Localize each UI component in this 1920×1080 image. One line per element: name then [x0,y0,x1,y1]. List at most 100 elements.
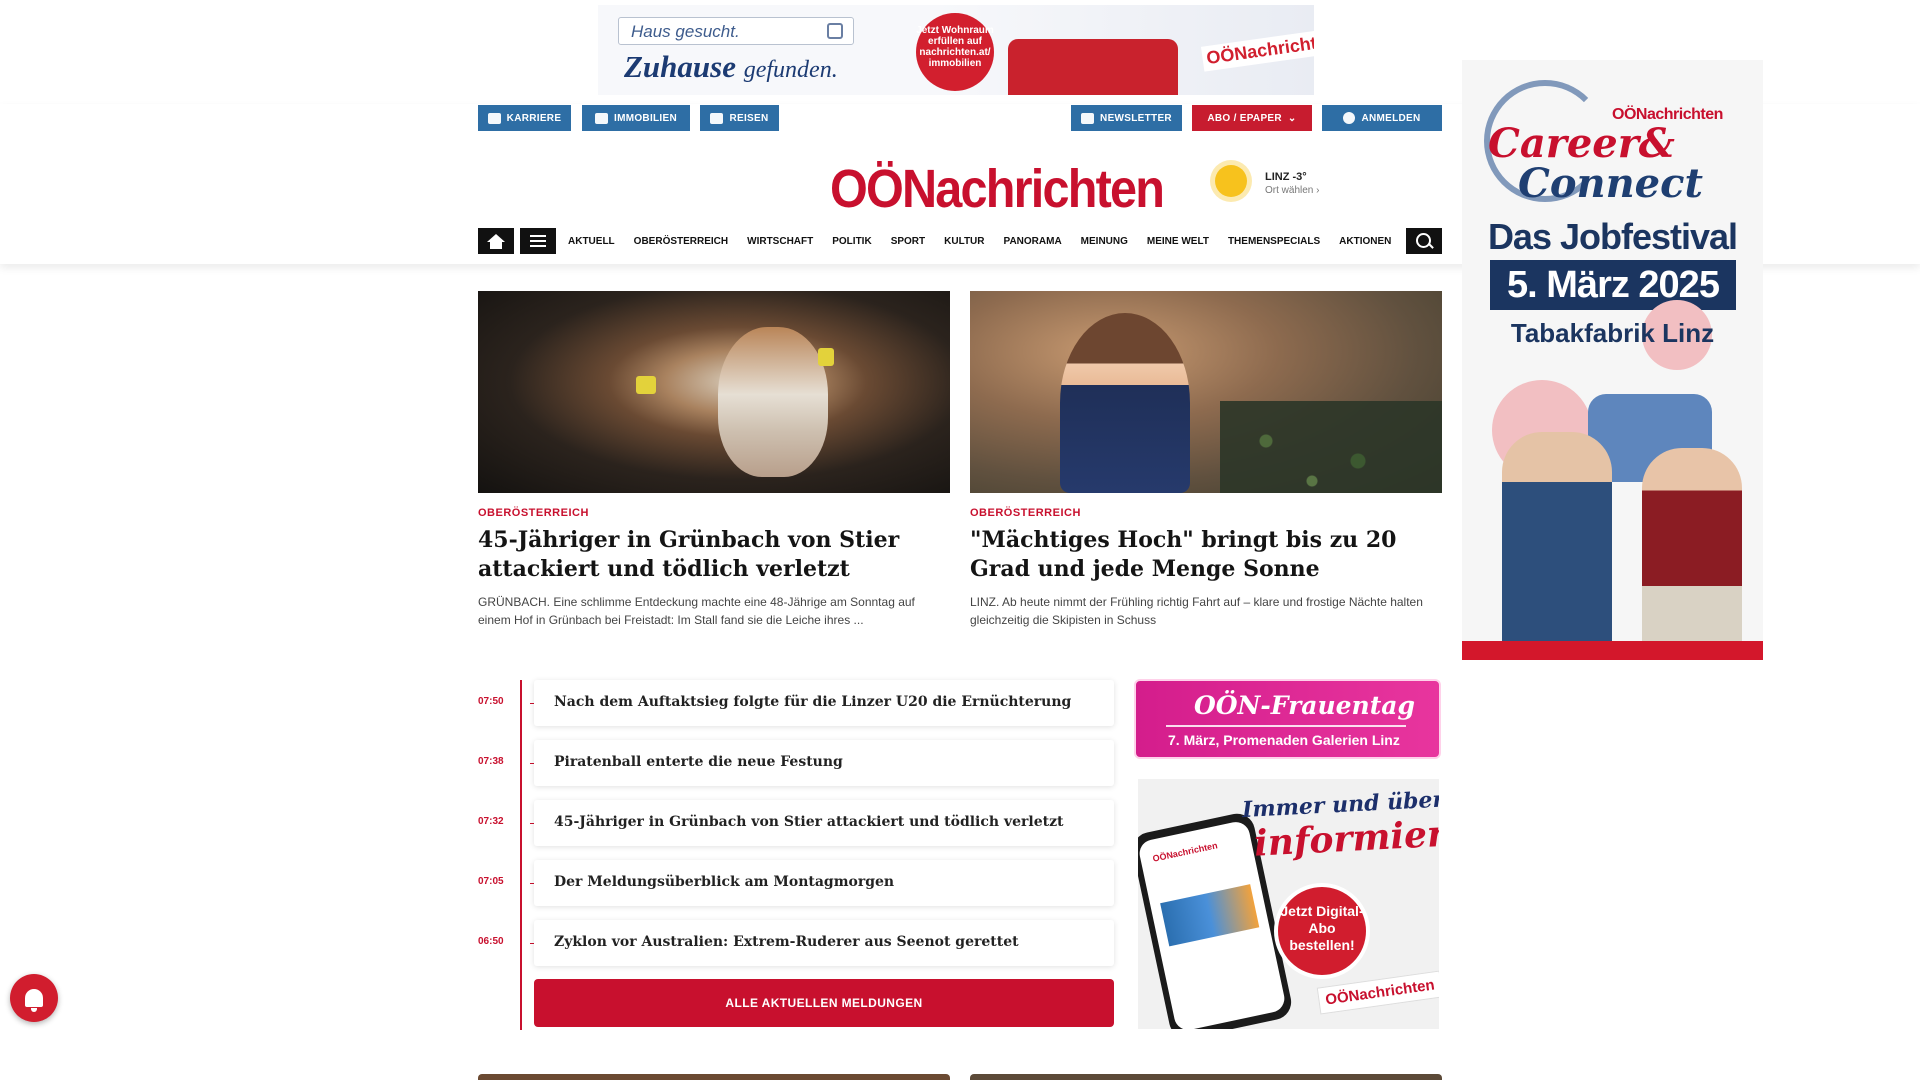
side-ad-bottom-bar [1462,641,1763,660]
nav-item-themenspecials[interactable]: THEMENSPECIALS [1228,236,1320,247]
ad-brand-logo: OÖNachrichten [1200,27,1314,72]
article-title[interactable]: "Mächtiges Hoch" bringt bis zu 20 Grad u… [970,526,1442,584]
weather-city-temp: LINZ -3° [1265,171,1307,183]
article-teaser: GRÜNBACH. Eine schlimme Entdeckung macht… [478,595,915,627]
home-button[interactable] [478,228,514,254]
ad-sofa-image [1008,39,1178,95]
timeline-card[interactable]: Nach dem Auftaktsieg folgte für die Linz… [534,680,1114,726]
immobilien-button[interactable]: IMMOBILIEN [582,105,690,131]
career-connect-ad[interactable]: OÖNachrichten Career& Connect Das Jobfes… [1462,60,1763,660]
article-image-bull[interactable] [478,291,950,493]
ad-badge: Jetzt Wohnraum erfüllen auf nachrichten.… [916,13,994,91]
nav-items: AKTUELL OBERÖSTERREICH WIRTSCHAFT POLITI… [568,228,1391,254]
sun-icon [1215,165,1247,197]
child-shape [1060,313,1190,493]
nav-item-wirtschaft[interactable]: WIRTSCHAFT [747,236,813,247]
abo-epaper-dropdown[interactable]: ABO / EPAPER ⌄ [1192,105,1312,131]
next-article-image[interactable] [478,1074,950,1080]
timeline-title[interactable]: Nach dem Auftaktsieg folgte für die Linz… [554,694,1071,710]
weather-choose-location[interactable]: Ort wählen › [1265,185,1319,196]
frauentag-ad[interactable]: OÖN-Frauentag 7. März, Promenaden Galeri… [1134,679,1441,759]
person-woman-image [1642,448,1742,660]
side-ad-place: Tabakfabrik Linz [1510,318,1715,348]
timeline-card[interactable]: 45-Jähriger in Grünbach von Stier attack… [534,800,1114,846]
menu-button[interactable] [520,228,556,254]
timeline-time: 07:32 [478,816,504,827]
briefcase-icon [487,112,501,124]
main-nav: AKTUELL OBERÖSTERREICH WIRTSCHAFT POLITI… [478,228,1442,254]
plane-icon [710,112,724,124]
nav-item-kultur[interactable]: KULTUR [944,236,984,247]
digital-ad-cta: Jetzt Digital-Abo bestellen! [1274,883,1370,979]
building-icon [595,112,608,124]
abo-epaper-label: ABO / EPAPER [1207,112,1282,124]
login-button[interactable]: ANMELDEN [1322,105,1442,131]
hamburger-icon [530,235,546,247]
bell-icon [25,989,43,1012]
all-news-button[interactable]: ALLE AKTUELLEN MELDUNGEN [534,979,1114,1027]
timeline-line [520,680,522,1030]
digital-abo-ad[interactable]: OÖNachrichten Immer und überall informie… [1138,779,1439,1029]
reisen-button[interactable]: REISEN [700,105,779,131]
envelope-icon [1081,112,1095,124]
timeline-title[interactable]: Piratenball enterte die neue Festung [554,754,843,770]
ad-slogan-sub: gefunden. [743,57,838,83]
chevron-right-icon: › [1316,185,1320,196]
nav-item-aktionen[interactable]: AKTIONEN [1339,236,1391,247]
top-story-1[interactable]: OBERÖSTERREICH 45-Jähriger in Grünbach v… [478,291,950,629]
timeline-card[interactable]: Piratenball enterte die neue Festung [534,740,1114,786]
home-icon [487,234,505,249]
timeline-card[interactable]: Zyklon vor Australien: Extrem-Ruderer au… [534,920,1114,966]
nav-item-aktuell[interactable]: AKTUELL [568,236,615,247]
karriere-button[interactable]: KARRIERE [478,105,571,131]
timeline-item[interactable]: 07:38 Piratenball enterte die neue Festu… [478,740,1114,786]
next-article-image[interactable] [970,1074,1442,1080]
ear-tag-right [818,348,834,366]
timeline-time: 07:50 [478,696,504,707]
ear-tag-left [636,376,656,394]
article-teaser: LINZ. Ab heute nimmt der Frühling richti… [970,595,1423,627]
timeline-card[interactable]: Der Meldungsüberblick am Montagmorgen [534,860,1114,906]
article-kicker[interactable]: OBERÖSTERREICH [478,507,950,519]
nav-item-politik[interactable]: POLITIK [832,236,871,247]
newsletter-label: NEWSLETTER [1100,112,1172,124]
search-button[interactable] [1406,228,1442,254]
timeline-title[interactable]: Zyklon vor Australien: Extrem-Ruderer au… [554,934,1019,950]
site-logo[interactable]: OÖNachrichten [830,158,1165,220]
nav-item-meinung[interactable]: MEINUNG [1081,236,1128,247]
article-title[interactable]: 45-Jähriger in Grünbach von Stier attack… [478,526,950,584]
top-banner-ad[interactable]: Haus gesucht. Zuhause gefunden. Jetzt Wo… [598,5,1314,95]
nav-item-panorama[interactable]: PANORAMA [1004,236,1062,247]
reisen-label: REISEN [729,112,769,124]
weather-choose-label: Ort wählen [1265,185,1314,196]
article-image-child[interactable] [970,291,1442,493]
ad-slogan-main: Zuhause [624,49,736,84]
phone-screen-logo: OÖNachrichten [1151,840,1219,864]
timeline-title[interactable]: 45-Jähriger in Grünbach von Stier attack… [554,814,1063,830]
timeline-title[interactable]: Der Meldungsüberblick am Montagmorgen [554,874,894,890]
timeline-time: 07:05 [478,876,504,887]
karriere-label: KARRIERE [506,112,562,124]
bull-head-shape [718,327,828,477]
nav-item-oberoesterreich[interactable]: OBERÖSTERREICH [634,236,728,247]
chevron-down-icon: ⌄ [1287,112,1297,124]
side-ad-connect: Connect [1518,160,1703,207]
timeline-item[interactable]: 07:50 Nach dem Auftaktsieg folgte für di… [478,680,1114,726]
timeline-item[interactable]: 06:50 Zyklon vor Australien: Extrem-Rude… [478,920,1114,966]
notification-bell-button[interactable] [10,974,58,1022]
person-man-image [1502,432,1612,660]
timeline-time: 07:38 [478,756,504,767]
article-kicker[interactable]: OBERÖSTERREICH [970,507,1442,519]
ad-slogan: Zuhause gefunden. [624,49,838,85]
house-icon [827,23,843,39]
nav-item-sport[interactable]: SPORT [891,236,925,247]
ad-search-placeholder: Haus gesucht. [631,22,740,41]
nav-item-meine-welt[interactable]: MEINE WELT [1147,236,1209,247]
frauentag-divider [1166,725,1406,727]
user-icon [1343,112,1356,124]
top-story-2[interactable]: OBERÖSTERREICH "Mächtiges Hoch" bringt b… [970,291,1442,629]
timeline-item[interactable]: 07:05 Der Meldungsüberblick am Montagmor… [478,860,1114,906]
newsletter-button[interactable]: NEWSLETTER [1071,105,1182,131]
search-icon [1415,232,1431,248]
timeline-item[interactable]: 07:32 45-Jähriger in Grünbach von Stier … [478,800,1114,846]
